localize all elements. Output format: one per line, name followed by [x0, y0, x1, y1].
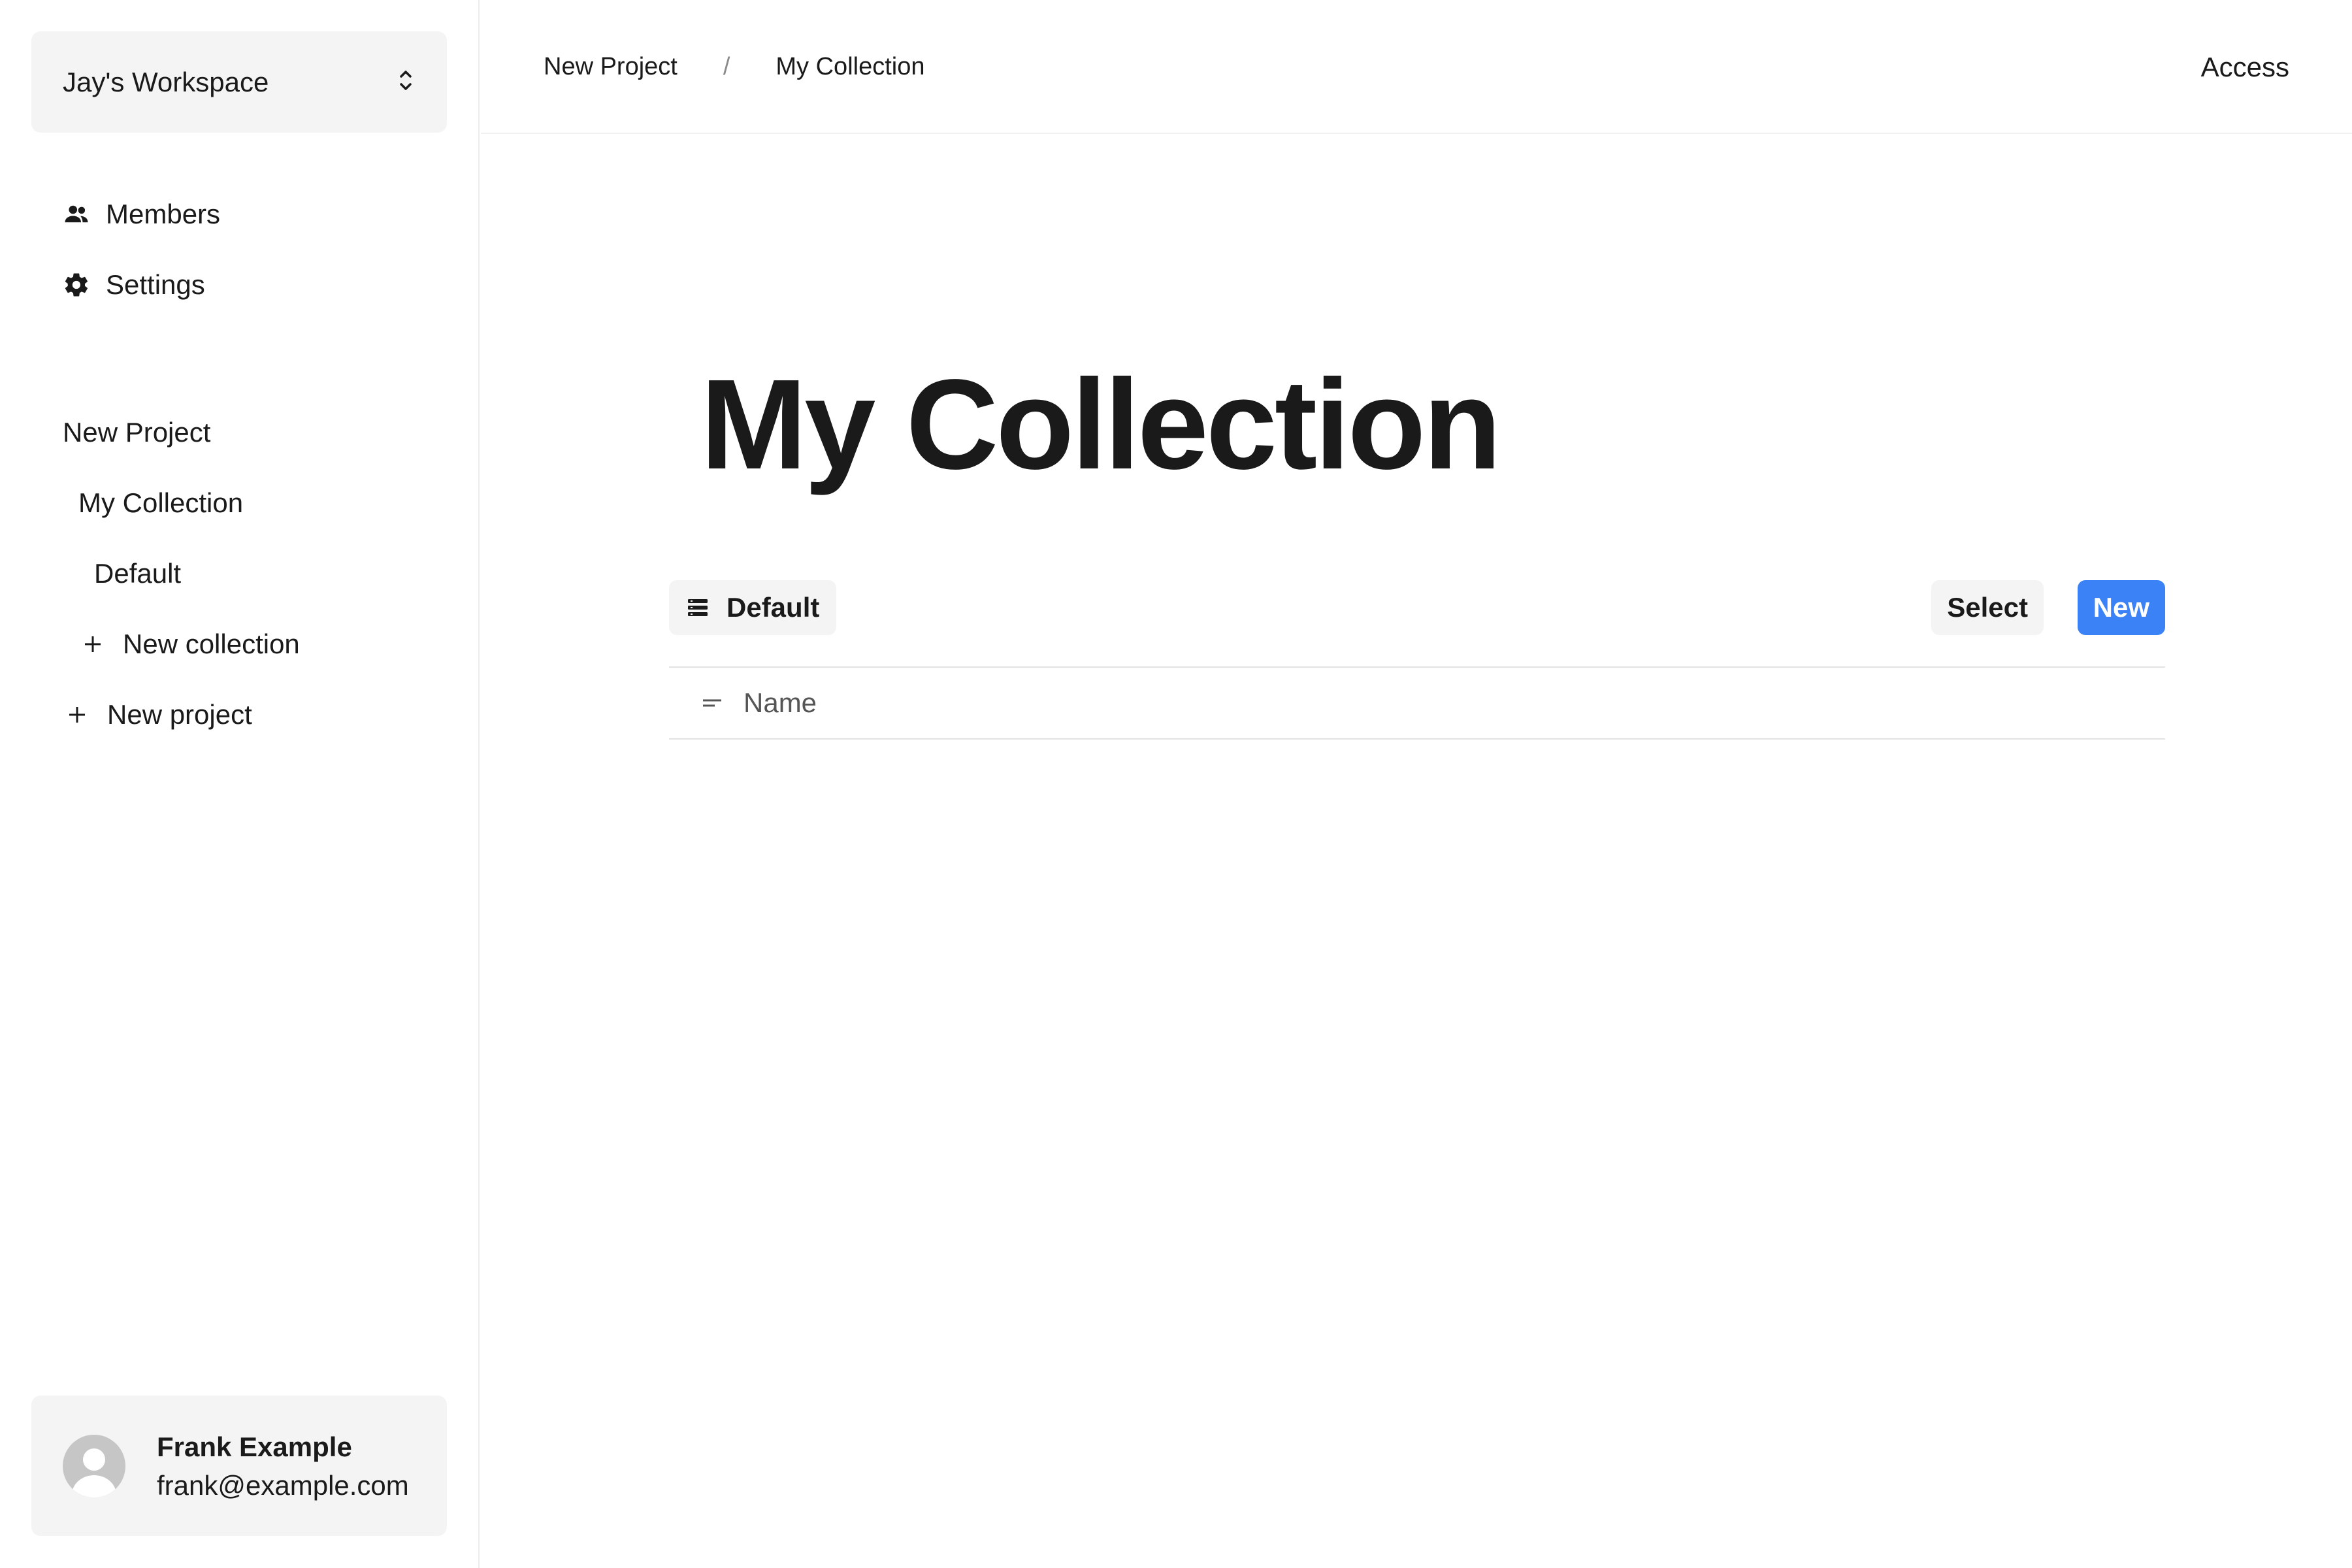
plus-icon: [81, 632, 105, 656]
access-button[interactable]: Access: [2201, 0, 2289, 134]
user-name: Frank Example: [157, 1431, 352, 1462]
sidebar-item-settings[interactable]: Settings: [63, 261, 205, 308]
user-email: frank@example.com: [157, 1469, 409, 1501]
workspace-name: Jay's Workspace: [63, 66, 269, 97]
select-button[interactable]: Select: [1931, 580, 2044, 635]
sidebar: Jay's Workspace Members Settings New Pro…: [0, 0, 480, 1568]
table-header-row: Name: [669, 666, 2165, 740]
members-icon: [63, 201, 90, 228]
breadcrumb: New Project / My Collection: [544, 0, 924, 134]
view-selector-label: Default: [727, 592, 820, 623]
text-icon: [702, 693, 723, 713]
new-project-label: New project: [107, 699, 252, 730]
list-icon: [686, 596, 710, 619]
chevron-updown-icon: [396, 66, 416, 98]
column-header-name[interactable]: Name: [743, 687, 817, 719]
workspace-switcher[interactable]: Jay's Workspace: [31, 31, 447, 133]
plus-icon: [65, 703, 89, 727]
new-collection-label: New collection: [123, 629, 300, 659]
breadcrumb-project[interactable]: New Project: [544, 53, 678, 81]
page-title: My Collection: [700, 353, 1501, 496]
avatar: [63, 1434, 125, 1497]
collection-toolbar: Default Select New: [669, 580, 2165, 635]
gear-icon: [63, 271, 90, 299]
breadcrumb-separator: /: [723, 53, 730, 80]
sidebar-project-item[interactable]: New Project: [63, 409, 210, 456]
new-collection-button[interactable]: New collection: [81, 621, 300, 668]
sidebar-item-label: Settings: [106, 269, 205, 300]
sidebar-collection-item[interactable]: My Collection: [78, 480, 243, 527]
top-bar: New Project / My Collection Access: [481, 0, 2352, 134]
sidebar-view-item[interactable]: Default: [94, 550, 181, 597]
view-selector-button[interactable]: Default: [669, 580, 837, 635]
user-card[interactable]: Frank Example frank@example.com: [31, 1396, 447, 1536]
sidebar-item-members[interactable]: Members: [63, 191, 220, 238]
new-project-button[interactable]: New project: [65, 691, 252, 738]
breadcrumb-collection[interactable]: My Collection: [776, 53, 924, 81]
new-button[interactable]: New: [2077, 580, 2165, 635]
sidebar-item-label: Members: [106, 199, 221, 229]
user-info: Frank Example frank@example.com: [157, 1428, 409, 1505]
